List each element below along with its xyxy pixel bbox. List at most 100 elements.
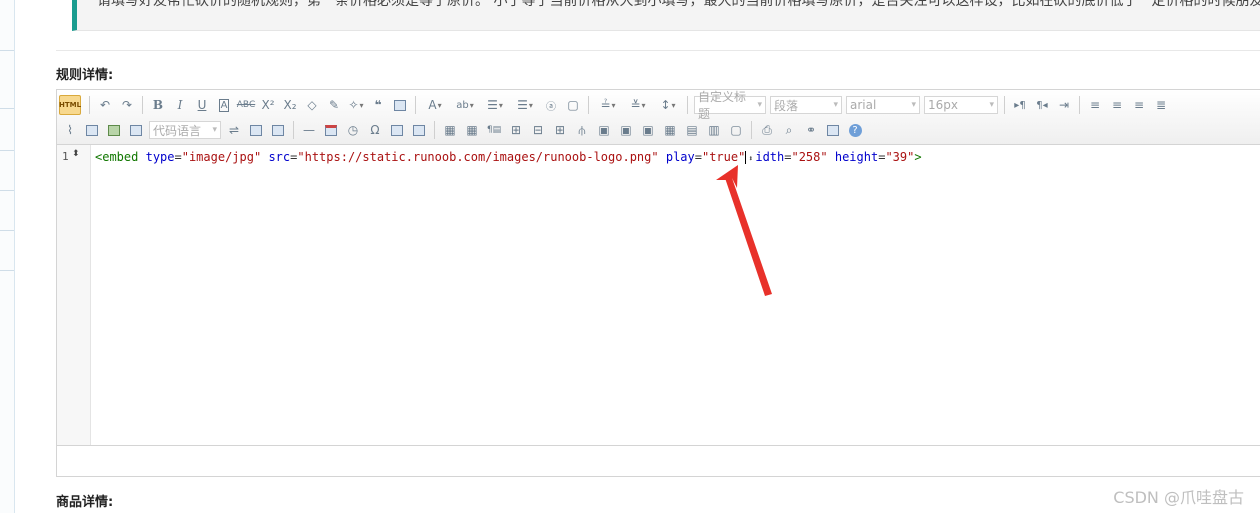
code-language-select[interactable]: 代码语言 — [149, 121, 221, 139]
eraser-icon[interactable]: ◇ — [302, 95, 322, 115]
unordered-list-icon[interactable]: ☰ — [511, 95, 539, 115]
paragraph-value: 段落 — [774, 98, 799, 113]
code-attr-src: src — [268, 150, 291, 164]
help-icon[interactable]: ? — [845, 120, 865, 140]
code-line-1[interactable]: <embed type="image/jpg" src="https://sta… — [95, 150, 922, 166]
page-break-icon[interactable]: ⇌ — [224, 120, 244, 140]
toolbar-separator — [142, 96, 143, 114]
toolbar-separator — [588, 96, 589, 114]
inline-widget-icon[interactable]: ⬍ — [746, 152, 755, 166]
print-icon[interactable]: ⎙ — [757, 120, 777, 140]
time-icon[interactable]: ◷ — [343, 120, 363, 140]
split-to-rows-icon[interactable]: ▤ — [682, 120, 702, 140]
toolbar-separator — [1079, 96, 1080, 114]
rich-text-editor[interactable]: HTML ↶ ↷ B I U A ABC X² X₂ ◇ ✎ ✧ ❝ A ab … — [56, 89, 1260, 477]
strikethrough-icon[interactable]: ABC — [236, 95, 256, 115]
font-border-icon[interactable]: A — [214, 95, 234, 115]
sidebar-divider — [0, 150, 14, 151]
auto-typeset-icon[interactable]: ✧ — [346, 95, 366, 115]
indent-icon[interactable]: ⇥ — [1054, 95, 1074, 115]
search-replace-icon[interactable]: ⚭ — [801, 120, 821, 140]
rules-detail-label: 规则详情: — [56, 68, 114, 83]
code-tag-open: <embed — [95, 150, 139, 164]
drafts-icon[interactable]: ▢ — [726, 120, 746, 140]
anchor-icon[interactable] — [246, 120, 266, 140]
rules-hint-text: 请填写好友帮忙砍价的随机规则，第一条价格必须是等于原价。 小于等于当前价格从大到… — [97, 0, 1260, 9]
align-center-icon[interactable]: ≡ — [1107, 95, 1127, 115]
goods-detail-label: 商品详情: — [56, 495, 114, 510]
ordered-list-icon[interactable]: ☰ — [481, 95, 509, 115]
html-source-button[interactable]: HTML — [59, 95, 81, 115]
underline-icon[interactable]: U — [192, 95, 212, 115]
preview-icon[interactable]: ⌕ — [779, 120, 799, 140]
insert-paragraph-before-table-icon[interactable]: ¶▤ — [484, 120, 504, 140]
bold-icon[interactable]: B — [148, 95, 168, 115]
special-chars-icon[interactable]: Ω — [365, 120, 385, 140]
font-color-icon[interactable]: A — [421, 95, 449, 115]
insert-col-icon[interactable]: ⊞ — [550, 120, 570, 140]
rules-hint-note: 请填写好友帮忙砍价的随机规则，第一条价格必须是等于原价。 小于等于当前价格从大到… — [72, 0, 1260, 31]
select-all-icon[interactable]: ⓐ — [541, 95, 561, 115]
redo-icon[interactable]: ↷ — [117, 95, 137, 115]
code-attr-type: type — [145, 150, 175, 164]
code-val-height: "39" — [885, 150, 915, 164]
toolbar-row-1: HTML ↶ ↷ B I U A ABC X² X₂ ◇ ✎ ✧ ❝ A ab … — [59, 90, 1172, 121]
clear-doc-icon[interactable]: ▢ — [563, 95, 583, 115]
ltr-icon[interactable]: ▸¶ — [1010, 95, 1030, 115]
paragraph-select[interactable]: 段落 — [770, 96, 842, 114]
align-justify-icon[interactable]: ≣ — [1151, 95, 1171, 115]
section-divider — [56, 50, 1260, 51]
toolbar-separator — [687, 96, 688, 114]
toolbar-row-2: ⌇ 代码语言 ⇌ — ◷ Ω ▦ ▦ ¶▤ ⊞ ⊟ ⊞ ⫛ ▣ ▣ ▣ — [59, 118, 866, 142]
delete-col-icon[interactable]: ⫛ — [572, 120, 592, 140]
merge-cells-icon[interactable]: ▣ — [594, 120, 614, 140]
blockquote-icon[interactable]: ❝ — [368, 95, 388, 115]
align-left-icon[interactable]: ≡ — [1085, 95, 1105, 115]
row-spacing-top-icon[interactable]: ≟ — [594, 95, 622, 115]
code-val-play: "true" — [701, 150, 746, 164]
insert-row-icon[interactable]: ⊞ — [506, 120, 526, 140]
toolbar-separator — [434, 121, 435, 139]
attachment-icon[interactable]: ⌇ — [60, 120, 80, 140]
font-family-select[interactable]: arial — [846, 96, 920, 114]
format-brush-icon[interactable]: ✎ — [324, 95, 344, 115]
merge-down-icon[interactable]: ▣ — [638, 120, 658, 140]
chart-icon[interactable] — [409, 120, 429, 140]
line-height-icon[interactable]: ↕ — [654, 95, 682, 115]
subscript-icon[interactable]: X₂ — [280, 95, 300, 115]
custom-title-value: 自定义标题 — [698, 90, 747, 121]
horizontal-rule-icon[interactable]: — — [299, 120, 319, 140]
map-icon[interactable] — [268, 120, 288, 140]
sidebar-divider — [0, 108, 14, 109]
sidebar-divider — [0, 270, 14, 271]
merge-right-icon[interactable]: ▣ — [616, 120, 636, 140]
italic-icon[interactable]: I — [170, 95, 190, 115]
align-right-icon[interactable]: ≡ — [1129, 95, 1149, 115]
emotion-icon[interactable] — [126, 120, 146, 140]
paste-plain-icon[interactable] — [390, 95, 410, 115]
csdn-watermark: CSDN @爪哇盘古 — [1113, 488, 1244, 507]
insert-image-icon[interactable] — [104, 120, 124, 140]
rtl-icon[interactable]: ¶◂ — [1032, 95, 1052, 115]
fold-toggle-icon[interactable]: ⬍ — [72, 149, 80, 159]
date-icon[interactable] — [321, 120, 341, 140]
code-language-value: 代码语言 — [153, 123, 202, 138]
superscript-icon[interactable]: X² — [258, 95, 278, 115]
undo-icon[interactable]: ↶ — [95, 95, 115, 115]
background-icon[interactable] — [387, 120, 407, 140]
custom-title-select[interactable]: 自定义标题 — [694, 90, 766, 121]
toolbar-separator — [1004, 96, 1005, 114]
row-spacing-bottom-icon[interactable]: ≚ — [624, 95, 652, 115]
delete-table-icon[interactable]: ▦ — [462, 120, 482, 140]
font-family-value: arial — [850, 98, 877, 112]
toolbar-separator — [293, 121, 294, 139]
font-size-select[interactable]: 16px — [924, 96, 998, 114]
highlight-color-icon[interactable]: ab — [451, 95, 479, 115]
image-icon[interactable] — [82, 120, 102, 140]
delete-row-icon[interactable]: ⊟ — [528, 120, 548, 140]
template-icon[interactable] — [823, 120, 843, 140]
split-to-cells-icon[interactable]: ▦ — [660, 120, 680, 140]
source-code-area[interactable]: 1 ⬍ <embed type="image/jpg" src="https:/… — [57, 145, 1260, 445]
insert-table-icon[interactable]: ▦ — [440, 120, 460, 140]
split-to-cols-icon[interactable]: ▥ — [704, 120, 724, 140]
